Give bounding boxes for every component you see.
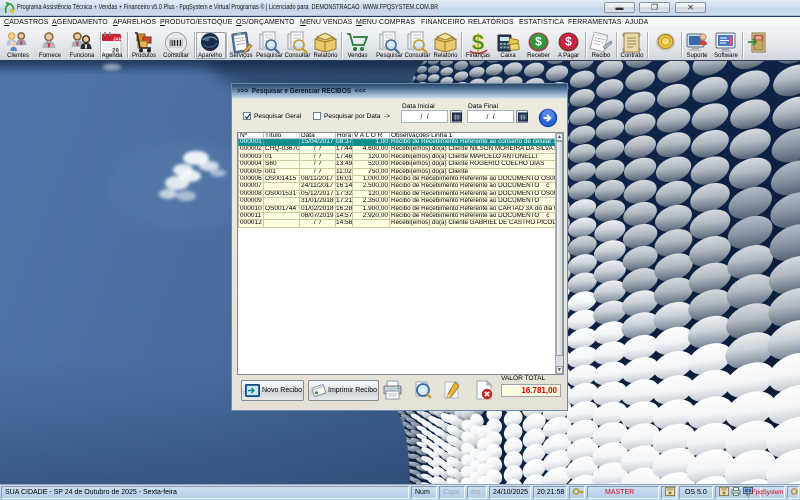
svg-text:$: $	[472, 31, 484, 54]
svg-text:$: $	[535, 35, 542, 49]
svg-text:$: $	[565, 35, 572, 49]
svg-text:EXIT: EXIT	[755, 36, 762, 40]
svg-text:JAN: JAN	[113, 36, 122, 41]
